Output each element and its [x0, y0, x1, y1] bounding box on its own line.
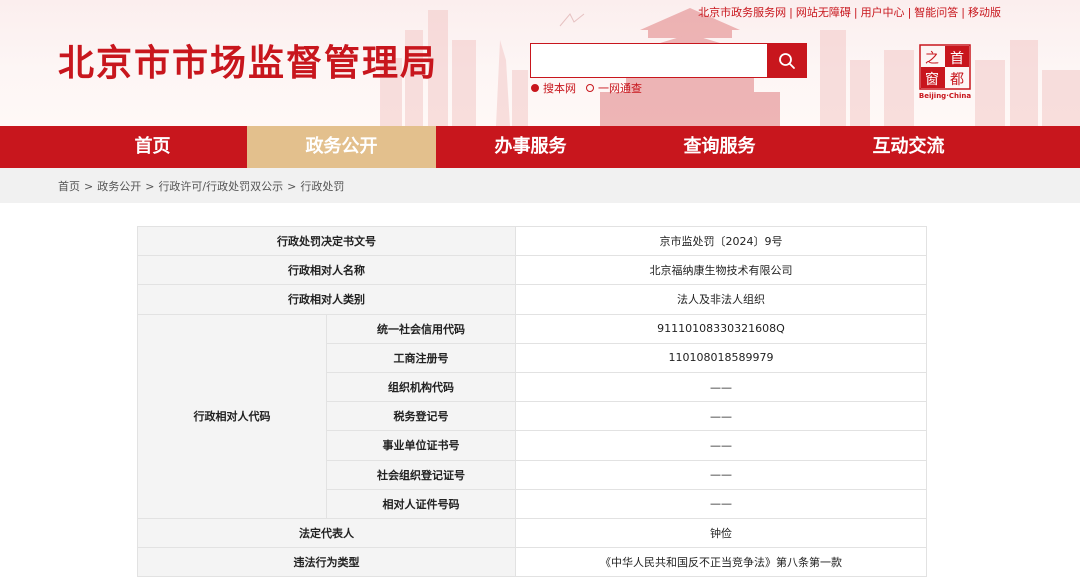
table-row: 行政处罚决定书文号 京市监处罚〔2024〕9号 [137, 225, 927, 257]
separator: | [853, 6, 858, 19]
breadcrumb-double-publicity[interactable]: 行政许可/行政处罚双公示 [158, 180, 283, 193]
search-box [530, 43, 807, 78]
social-org-reg-label: 社会组织登记证号 [326, 459, 516, 490]
breadcrumb-separator: > [145, 180, 155, 193]
search-scope-site-label: 搜本网 [543, 82, 576, 95]
decision-no-value: 京市监处罚〔2024〕9号 [515, 225, 927, 257]
breadcrumb-separator: > [287, 180, 297, 193]
logo-glyph: 首 [950, 51, 964, 67]
logo-glyph: 都 [950, 72, 964, 88]
top-link-gov-service[interactable]: 北京市政务服务网 [695, 6, 789, 19]
search-button[interactable] [767, 44, 806, 77]
search-scope-all[interactable]: 一网通查 [586, 80, 642, 96]
legal-rep-value: 钟俭 [515, 517, 927, 549]
legal-rep-label: 法定代表人 [137, 517, 516, 549]
search-scope-all-label: 一网通查 [598, 82, 642, 95]
business-reg-value: 110108018589979 [515, 342, 927, 373]
capital-window-logo: 之 首 窗 都 Beijing·China [919, 44, 971, 100]
top-link-accessibility[interactable]: 网站无障碍 [793, 6, 854, 19]
top-link-user-center[interactable]: 用户中心 [858, 6, 908, 19]
party-code-label: 行政相对人代码 [137, 313, 327, 519]
table-row: 违法行为类型 《中华人民共和国反不正当竞争法》第八条第一款 [137, 547, 927, 578]
decision-no-label: 行政处罚决定书文号 [137, 225, 516, 257]
violation-type-value: 《中华人民共和国反不正当竞争法》第八条第一款 [515, 547, 927, 578]
party-name-value: 北京福纳康生物技术有限公司 [515, 255, 927, 286]
breadcrumb-bar: 首页 > 政务公开 > 行政许可/行政处罚双公示 > 行政处罚 [0, 168, 1080, 203]
table-row: 行政相对人类别 法人及非法人组织 [137, 284, 927, 315]
institution-cert-label: 事业单位证书号 [326, 430, 516, 461]
breadcrumb-penalty[interactable]: 行政处罚 [300, 180, 344, 193]
main-nav: 首页 政务公开 办事服务 查询服务 互动交流 [0, 126, 1080, 168]
search-scope-options: 搜本网 一网通查 [531, 80, 642, 96]
table-row: 行政相对人代码 统一社会信用代码 91110108330321608Q [137, 313, 927, 519]
radio-checked-icon [531, 84, 539, 92]
nav-item-gov-affairs[interactable]: 政务公开 [247, 126, 436, 168]
breadcrumb: 首页 > 政务公开 > 行政许可/行政处罚双公示 > 行政处罚 [58, 178, 344, 194]
breadcrumb-home[interactable]: 首页 [58, 180, 80, 193]
id-no-label: 相对人证件号码 [326, 488, 516, 519]
institution-cert-value: —— [515, 430, 927, 461]
table-row: 法定代表人 钟俭 [137, 517, 927, 549]
logo-glyph: 窗 [925, 71, 939, 88]
logo-caption: Beijing·China [919, 92, 971, 100]
logo-glyph: 之 [925, 51, 939, 67]
nav-item-query[interactable]: 查询服务 [625, 126, 814, 168]
breadcrumb-separator: > [84, 180, 94, 193]
search-icon [778, 52, 795, 69]
id-no-value: —— [515, 488, 927, 519]
search-scope-site[interactable]: 搜本网 [531, 80, 576, 96]
credit-code-label: 统一社会信用代码 [326, 313, 516, 344]
table-row: 行政相对人名称 北京福纳康生物技术有限公司 [137, 255, 927, 286]
breadcrumb-gov-affairs[interactable]: 政务公开 [97, 180, 141, 193]
party-type-value: 法人及非法人组织 [515, 284, 927, 315]
top-link-smart-qa[interactable]: 智能问答 [911, 6, 961, 19]
business-reg-label: 工商注册号 [326, 342, 516, 373]
tax-reg-value: —— [515, 401, 927, 432]
nav-item-interaction[interactable]: 互动交流 [814, 126, 1003, 168]
search-input[interactable] [531, 44, 767, 77]
nav-item-services[interactable]: 办事服务 [436, 126, 625, 168]
top-link-mobile[interactable]: 移动版 [965, 6, 1004, 19]
radio-unchecked-icon [586, 84, 594, 92]
violation-type-label: 违法行为类型 [137, 547, 516, 578]
org-code-label: 组织机构代码 [326, 371, 516, 403]
party-type-label: 行政相对人类别 [137, 284, 516, 315]
credit-code-value: 91110108330321608Q [515, 313, 927, 344]
tax-reg-label: 税务登记号 [326, 401, 516, 432]
social-org-reg-value: —— [515, 459, 927, 490]
top-links: 北京市政务服务网 | 网站无障碍 | 用户中心 | 智能问答 | 移动版 [695, 4, 1004, 20]
site-header: 北京市市场监督管理局 北京市政务服务网 | 网站无障碍 | 用户中心 | 智能问答 | 移动版 … [0, 0, 1080, 126]
org-code-value: —— [515, 371, 927, 403]
party-name-label: 行政相对人名称 [137, 255, 516, 286]
penalty-info-table: 行政处罚决定书文号 京市监处罚〔2024〕9号 行政相对人名称 北京福纳康生物技… [137, 225, 927, 578]
nav-item-home[interactable]: 首页 [58, 126, 247, 168]
site-title: 北京市市场监督管理局 [58, 43, 439, 84]
